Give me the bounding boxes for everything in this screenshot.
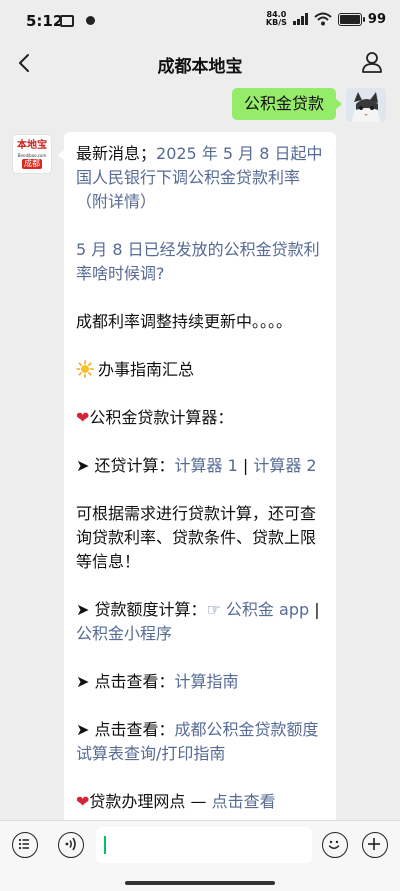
bot-avatar[interactable]: 本地宝 Bendibao.com 成都 <box>12 134 52 174</box>
plus-icon <box>368 838 380 850</box>
calculation-guide-link[interactable]: 计算指南 <box>175 672 239 691</box>
wifi-icon <box>314 12 332 26</box>
network-speed-unit: KB/S <box>265 18 287 27</box>
network-speed: 84.0 KB/S <box>266 11 287 27</box>
outlets-row: ❤贷款办理网点 — 点击查看 <box>76 792 276 811</box>
heart-icon: ❤ <box>76 792 90 811</box>
notification-icon <box>60 15 74 27</box>
repay-row: ➤ 还贷计算：计算器 1 | 计算器 2 <box>76 454 328 478</box>
smiley-icon <box>328 840 340 849</box>
view-row-1: ➤ 点击查看：计算指南 <box>76 670 328 694</box>
calculator-1-link[interactable]: 计算器 1 <box>175 456 238 475</box>
user-avatar[interactable] <box>346 88 386 122</box>
calculator-title: 公积金贷款计算器： <box>89 408 234 427</box>
voice-icon <box>65 837 76 851</box>
status-bar: 5:12 84.0 KB/S 99 <box>0 0 400 40</box>
outlets-link[interactable]: 点击查看 <box>212 792 276 811</box>
latest-news: 最新消息；2025 年 5 月 8 日起中国人民银行下调公积金贷款利率（附详情） <box>76 142 328 214</box>
repay-label: ➤ 还贷计算： <box>76 456 175 475</box>
provident-fund-miniprogram-link[interactable]: 公积金小程序 <box>76 624 172 643</box>
status-time: 5:12 <box>26 12 64 30</box>
wechat-notification-icon <box>86 16 95 25</box>
battery-icon <box>337 12 365 26</box>
view-row-2: ➤ 点击查看：成都公积金贷款额度试算表查询/打印指南 <box>76 718 328 766</box>
calculator-2-link[interactable]: 计算器 2 <box>253 456 316 475</box>
latest-label: 最新消息； <box>76 144 157 163</box>
bot-message-bubble: 最新消息；2025 年 5 月 8 日起中国人民银行下调公积金贷款利率（附详情）… <box>64 132 336 832</box>
text-cursor <box>104 836 106 854</box>
voice-button[interactable] <box>58 832 84 858</box>
quota-label: ➤ 贷款额度计算： <box>76 600 207 619</box>
view-label: ➤ 点击查看： <box>76 720 175 739</box>
battery-percent: 99 <box>367 11 386 27</box>
issued-loan-rate-link[interactable]: 5 月 8 日已经发放的公积金贷款利率啥时候调? <box>76 240 320 283</box>
chat-header: 成都本地宝 <box>0 40 400 86</box>
outlets-label: 贷款办理网点 <box>89 792 186 811</box>
calculator-description: 可根据需求进行贷款计算，还可查询贷款利率、贷款条件、贷款上限等信息！ <box>76 504 317 571</box>
quota-row: ➤ 贷款额度计算：☞ 公积金 app | 公积金小程序 <box>76 598 328 646</box>
view-label: ➤ 点击查看： <box>76 672 175 691</box>
separator: | <box>309 600 320 619</box>
more-button[interactable] <box>362 832 388 858</box>
guide-heading: 办事指南汇总 <box>76 358 328 382</box>
chat-title: 成都本地宝 <box>157 57 243 77</box>
separator: | <box>237 456 254 475</box>
cat-avatar-image <box>346 88 386 122</box>
sun-icon <box>76 360 94 378</box>
heart-icon: ❤ <box>76 408 90 427</box>
profile-button[interactable] <box>360 50 384 74</box>
user-message-row: 公积金贷款 <box>231 88 386 122</box>
provident-fund-app-link[interactable]: ☞ 公积金 app <box>207 600 310 619</box>
message-input[interactable] <box>96 827 312 863</box>
user-message-bubble[interactable]: 公积金贷款 <box>231 88 343 120</box>
menu-button[interactable] <box>12 832 38 858</box>
cell-signal-icon <box>292 13 308 25</box>
calculator-heading: ❤公积金贷款计算器： <box>76 406 328 430</box>
guide-title: 办事指南汇总 <box>98 360 195 379</box>
updating-text: 成都利率调整持续更新中。。。。 <box>76 312 293 331</box>
bot-avatar-url: Bendibao.com <box>17 153 47 158</box>
bot-avatar-city: 成都 <box>22 159 42 169</box>
list-menu-icon <box>18 838 29 850</box>
home-indicator[interactable] <box>125 881 275 885</box>
bot-avatar-brand: 本地宝 <box>17 140 47 151</box>
emoji-button[interactable] <box>322 832 348 858</box>
